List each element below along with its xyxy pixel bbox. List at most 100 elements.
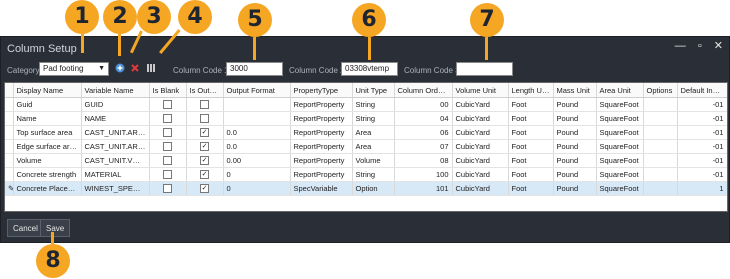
- is-blank-checkbox[interactable]: [149, 181, 187, 196]
- is-output-checkbox[interactable]: ✓: [186, 167, 224, 182]
- cell-unit[interactable]: Volume: [352, 153, 395, 168]
- cell-area[interactable]: SquareFoot: [596, 125, 644, 140]
- cell-def[interactable]: -01: [677, 167, 727, 182]
- cell-format[interactable]: 0.0: [223, 125, 291, 140]
- column-code-2-input[interactable]: 03308vtemp: [341, 62, 398, 76]
- checkbox-unchecked[interactable]: [163, 156, 172, 166]
- column-header[interactable]: Options: [643, 83, 678, 98]
- column-header[interactable]: Default Index: [677, 83, 727, 98]
- column-header[interactable]: Display Name: [13, 83, 82, 98]
- cell-ptype[interactable]: SpecVariable: [290, 181, 353, 196]
- is-output-checkbox[interactable]: ✓: [186, 181, 224, 196]
- checkbox-unchecked[interactable]: [200, 100, 209, 110]
- cell-vol[interactable]: CubicYard: [452, 111, 509, 126]
- column-header[interactable]: Is Blank: [149, 83, 187, 98]
- column-header[interactable]: Output Format: [223, 83, 291, 98]
- cell-display[interactable]: Top surface area: [13, 125, 82, 140]
- cell-order[interactable]: 04: [394, 111, 453, 126]
- cell-def[interactable]: -01: [677, 139, 727, 154]
- checkbox-unchecked[interactable]: [163, 170, 172, 180]
- cell-unit[interactable]: Area: [352, 125, 395, 140]
- cell-def[interactable]: -01: [677, 125, 727, 140]
- minimize-icon[interactable]: —: [675, 40, 686, 52]
- cell-len[interactable]: Foot: [508, 139, 554, 154]
- delete-x-icon[interactable]: [130, 63, 140, 76]
- close-icon[interactable]: ✕: [714, 39, 723, 52]
- cell-unit[interactable]: String: [352, 111, 395, 126]
- checkbox-unchecked[interactable]: [163, 184, 172, 194]
- cell-len[interactable]: Foot: [508, 125, 554, 140]
- checkbox-unchecked[interactable]: [163, 142, 172, 152]
- is-output-checkbox[interactable]: ✓: [186, 153, 224, 168]
- checkbox-checked[interactable]: ✓: [200, 170, 209, 180]
- plus-circle-icon[interactable]: [115, 63, 125, 76]
- cell-ptype[interactable]: ReportProperty: [290, 167, 353, 182]
- column-code-3-input[interactable]: [456, 62, 513, 76]
- cell-options[interactable]: [643, 181, 678, 196]
- checkbox-unchecked[interactable]: [163, 114, 172, 124]
- cell-order[interactable]: 06: [394, 125, 453, 140]
- restore-icon[interactable]: ▫: [698, 40, 702, 52]
- cell-unit[interactable]: String: [352, 97, 395, 112]
- is-output-checkbox[interactable]: ✓: [186, 139, 224, 154]
- cell-variable[interactable]: CAST_UNIT.AREA_...: [81, 125, 150, 140]
- cell-variable[interactable]: NAME: [81, 111, 150, 126]
- cell-display[interactable]: Concrete Placeme...: [13, 181, 82, 196]
- cell-len[interactable]: Foot: [508, 181, 554, 196]
- cell-variable[interactable]: GUID: [81, 97, 150, 112]
- cell-def[interactable]: -01: [677, 111, 727, 126]
- column-header[interactable]: Mass Unit: [553, 83, 597, 98]
- is-blank-checkbox[interactable]: [149, 153, 187, 168]
- cell-order[interactable]: 00: [394, 97, 453, 112]
- checkbox-unchecked[interactable]: [200, 114, 209, 124]
- column-code-1-input[interactable]: 3000: [226, 62, 283, 76]
- is-blank-checkbox[interactable]: [149, 139, 187, 154]
- cell-area[interactable]: SquareFoot: [596, 153, 644, 168]
- cell-display[interactable]: Name: [13, 111, 82, 126]
- cell-options[interactable]: [643, 167, 678, 182]
- cell-mass[interactable]: Pound: [553, 125, 597, 140]
- cell-display[interactable]: Edge surface area: [13, 139, 82, 154]
- checkbox-checked[interactable]: ✓: [200, 184, 209, 194]
- column-header[interactable]: Volume Unit: [452, 83, 509, 98]
- cell-ptype[interactable]: ReportProperty: [290, 139, 353, 154]
- is-blank-checkbox[interactable]: [149, 167, 187, 182]
- is-output-checkbox[interactable]: [186, 97, 224, 112]
- cell-mass[interactable]: Pound: [553, 153, 597, 168]
- cell-len[interactable]: Foot: [508, 153, 554, 168]
- checkbox-unchecked[interactable]: [163, 100, 172, 110]
- cell-options[interactable]: [643, 97, 678, 112]
- cell-mass[interactable]: Pound: [553, 167, 597, 182]
- cell-order[interactable]: 07: [394, 139, 453, 154]
- column-header[interactable]: Is Output: [186, 83, 224, 98]
- cell-format[interactable]: [223, 97, 291, 112]
- cell-variable[interactable]: MATERIAL: [81, 167, 150, 182]
- table-row[interactable]: Edge surface areaCAST_UNIT.AREA_... ✓ 0.0R…: [5, 139, 727, 154]
- cell-def[interactable]: 1: [677, 181, 727, 196]
- is-output-checkbox[interactable]: [186, 111, 224, 126]
- is-output-checkbox[interactable]: ✓: [186, 125, 224, 140]
- cell-display[interactable]: Concrete strength: [13, 167, 82, 182]
- cell-len[interactable]: Foot: [508, 97, 554, 112]
- cell-unit[interactable]: String: [352, 167, 395, 182]
- checkbox-unchecked[interactable]: [163, 128, 172, 138]
- cell-area[interactable]: SquareFoot: [596, 97, 644, 112]
- checkbox-checked[interactable]: ✓: [200, 142, 209, 152]
- cell-display[interactable]: Volume: [13, 153, 82, 168]
- column-header[interactable]: Unit Type: [352, 83, 395, 98]
- cell-ptype[interactable]: ReportProperty: [290, 125, 353, 140]
- cell-order[interactable]: 100: [394, 167, 453, 182]
- cancel-button[interactable]: Cancel: [7, 219, 44, 237]
- column-header[interactable]: Length Unit: [508, 83, 554, 98]
- table-row[interactable]: Top surface areaCAST_UNIT.AREA_... ✓ 0.0Re…: [5, 125, 727, 140]
- table-row[interactable]: Guid GUID ReportProperty String 00 CubicYard F…: [5, 97, 727, 112]
- is-blank-checkbox[interactable]: [149, 97, 187, 112]
- cell-mass[interactable]: Pound: [553, 181, 597, 196]
- table-row[interactable]: Name NAME ReportProperty String 04 CubicYard F…: [5, 111, 727, 126]
- cell-unit[interactable]: Option: [352, 181, 395, 196]
- cell-options[interactable]: [643, 139, 678, 154]
- cell-area[interactable]: SquareFoot: [596, 181, 644, 196]
- cell-format[interactable]: 0: [223, 167, 291, 182]
- checkbox-checked[interactable]: ✓: [200, 128, 209, 138]
- cell-vol[interactable]: CubicYard: [452, 181, 509, 196]
